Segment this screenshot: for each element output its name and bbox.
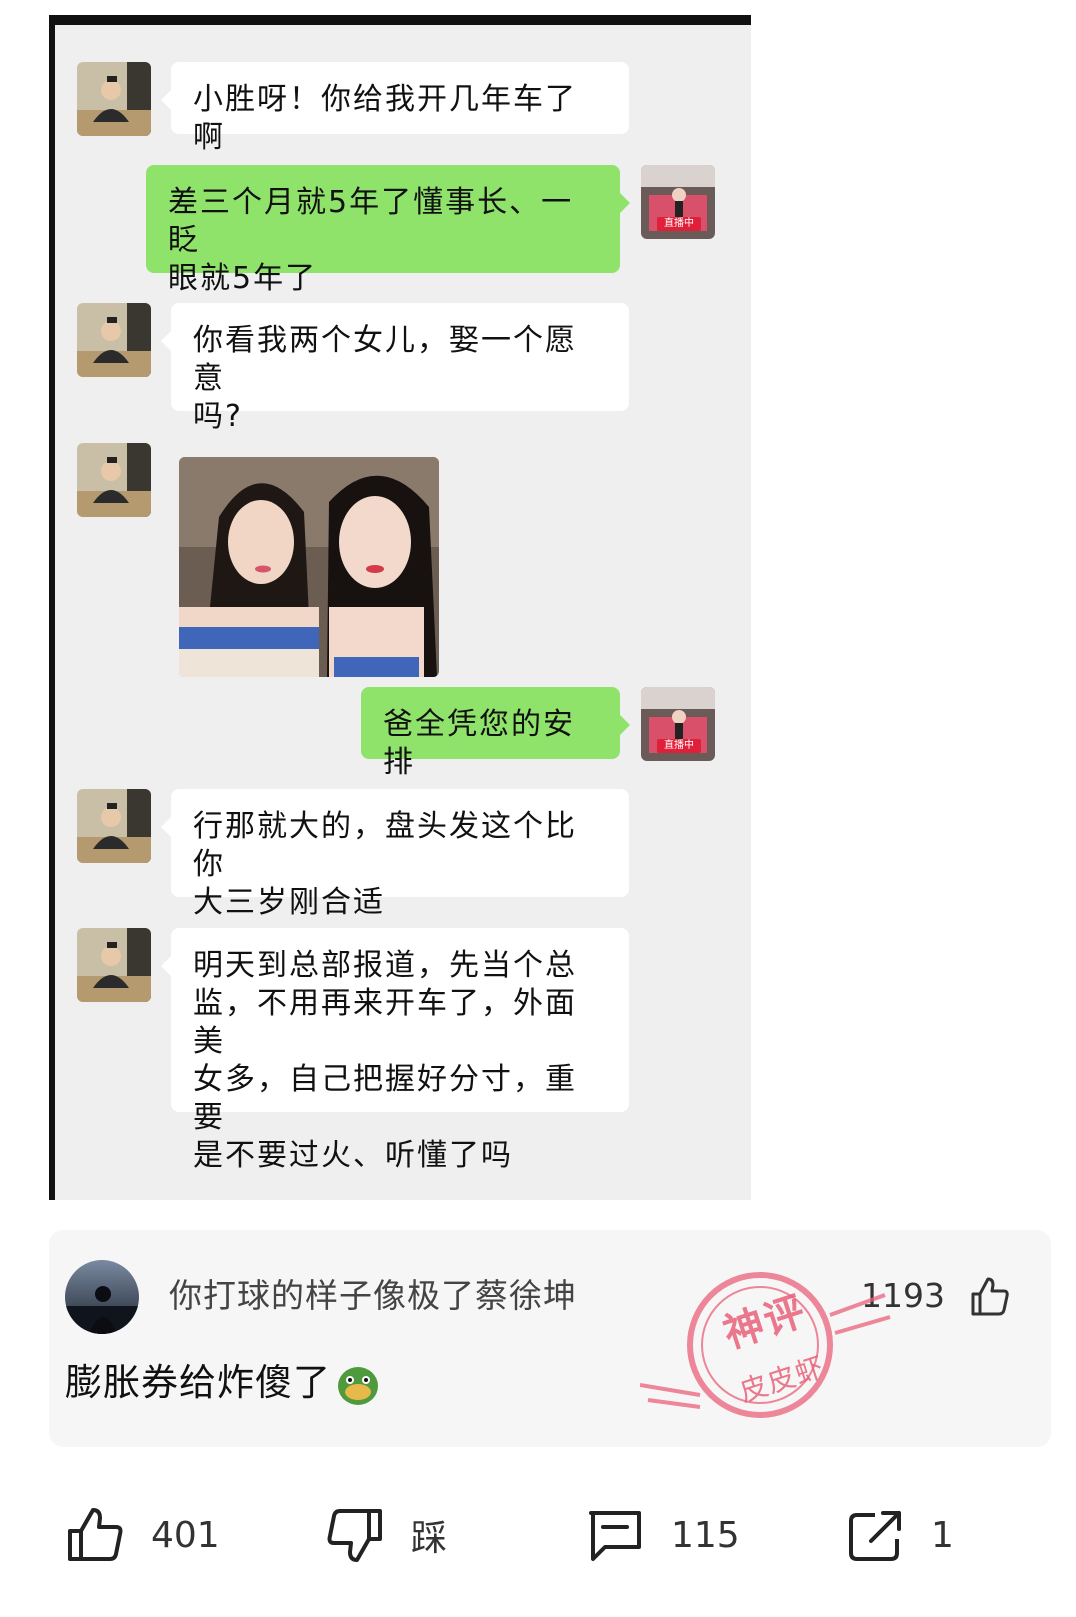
message-text: 女多，自己把握好分寸，重要 [193,1062,577,1135]
sender-avatar [77,789,151,863]
commenter-avatar[interactable] [65,1260,139,1334]
message-text: 爸全凭您的安排 [383,707,575,780]
comment-like-count: 1193 [861,1276,945,1315]
share-count: 1 [931,1514,954,1556]
thumbs-down-icon [327,1509,382,1562]
message-bubble: 你看我两个女儿，娶一个愿意 吗? [161,303,629,434]
message-bubble: 明天到总部报道，先当个总 监，不用再来开车了，外面美 女多，自己把握好分寸，重要… [161,928,629,1173]
thumbs-up-icon[interactable] [967,1274,1011,1318]
like-button[interactable]: 401 [65,1505,220,1565]
message-text: 差三个月就5年了懂事长、一眨 [168,185,574,258]
commenter-username[interactable]: 你打球的样子像极了蔡徐坤 [169,1274,577,1318]
like-count: 401 [151,1514,220,1556]
message-text: 眼就5年了 [168,261,318,296]
message-text: 你看我两个女儿，娶一个愿意 [193,323,577,396]
thumbs-up-icon [68,1508,123,1561]
message-text: 监，不用再来开车了，外面美 [193,986,577,1059]
hot-comment-card[interactable]: 你打球的样子像极了蔡徐坤 1193 膨胀券给炸傻了 [49,1230,1051,1447]
message-text: 小胜呀！你给我开几年车了啊 [193,82,577,155]
dislike-button[interactable]: 踩 [325,1505,447,1565]
message-text: 是不要过火、听懂了吗 [193,1138,513,1173]
live-badge: 直播中 [657,217,701,231]
duck-emoji-icon [338,1366,378,1405]
message-text: 吗? [193,399,243,434]
chat-screenshot: 小胜呀！你给我开几年车了啊 差三个月就5年了懂事长、一眨 眼就5年了 直播中 你… [49,15,751,1200]
comment-button[interactable]: 115 [585,1505,740,1565]
comment-text: 膨胀券给炸傻了 [65,1358,381,1408]
dislike-label: 踩 [411,1518,448,1559]
my-avatar: 直播中 [641,687,715,761]
message-text: 明天到总部报道，先当个总 [193,948,577,983]
image-message[interactable] [179,457,439,677]
sender-avatar [77,928,151,1002]
share-button[interactable]: 1 [845,1505,954,1565]
sender-avatar [77,303,151,377]
share-icon [849,1511,901,1561]
my-avatar: 直播中 [641,165,715,239]
message-text: 大三岁刚合适 [193,885,385,920]
comment-body: 膨胀券给炸傻了 [65,1361,331,1404]
sender-avatar [77,62,151,136]
message-bubble-outgoing: 爸全凭您的安排 [361,687,630,780]
screenshot-top-border [49,15,751,25]
live-badge: 直播中 [657,739,701,753]
screenshot-left-border [49,15,55,1200]
message-bubble-outgoing: 差三个月就5年了懂事长、一眨 眼就5年了 [146,165,630,296]
sender-avatar [77,443,151,517]
message-bubble: 行那就大的，盘头发这个比你 大三岁刚合适 [161,789,629,920]
comment-count: 115 [671,1514,740,1556]
message-text: 行那就大的，盘头发这个比你 [193,809,577,882]
comment-bubble-icon [589,1511,641,1561]
message-bubble: 小胜呀！你给我开几年车了啊 [161,62,629,155]
